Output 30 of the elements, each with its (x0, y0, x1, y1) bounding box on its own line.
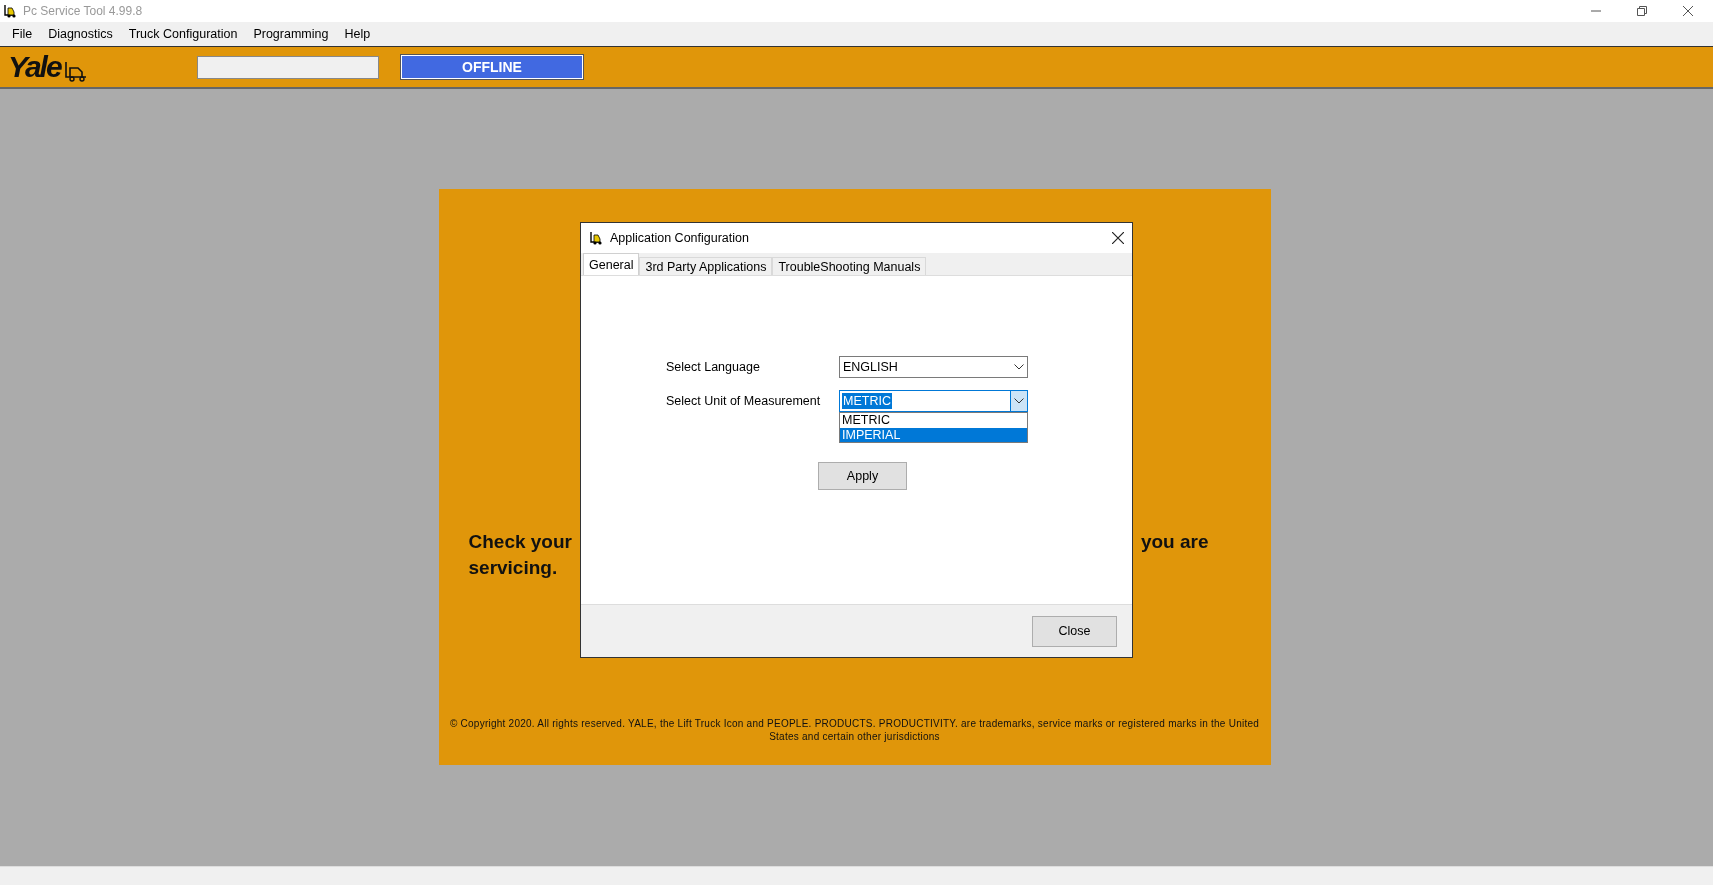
dropdown-option[interactable]: IMPERIAL (840, 427, 1027, 442)
logo: Yale (8, 52, 61, 82)
forklift-icon (62, 60, 89, 82)
chevron-icon (1014, 364, 1024, 370)
tab[interactable]: General (583, 253, 640, 275)
field-label: Select Unit of Measurement (666, 394, 822, 408)
menu-item[interactable]: Help (336, 25, 379, 43)
chevron-icon (1014, 398, 1024, 404)
menu-item[interactable]: Programming (245, 25, 337, 43)
dropdown[interactable]: ENGLISH (839, 356, 1028, 378)
dialog-title: Application Configuration (610, 231, 749, 245)
tab[interactable]: TroubleShooting Manuals (772, 257, 927, 275)
menu-item[interactable]: Truck Configuration (120, 25, 246, 43)
restore-icon[interactable] (1637, 6, 1647, 16)
tab[interactable]: 3rd Party Applications (639, 257, 773, 275)
apply-button[interactable]: Apply (818, 462, 907, 490)
dropdown-option[interactable]: METRIC (840, 413, 1027, 428)
input-field[interactable] (197, 55, 379, 79)
close-button[interactable]: Close (1032, 615, 1117, 647)
message-text: servicing. (468, 556, 558, 580)
menu-item[interactable]: File (4, 25, 41, 43)
field-label: Select Language (666, 360, 761, 374)
message-text: you are (1140, 530, 1209, 554)
close-icon[interactable] (1683, 6, 1693, 16)
message-text: Check your (468, 530, 572, 554)
close-icon[interactable] (1112, 232, 1124, 244)
copyright-text: © Copyright 2020. All rights reserved. YALE, the Lift Truck Icon and PEOPLE. PRODUCTS. PRODUCTIVITY. are trademarks, service marks or registered marks in the United States and certain other jurisdictions (448, 717, 1261, 743)
status-indicator: OFFLINE (401, 55, 583, 79)
menu-item[interactable]: Diagnostics (40, 25, 121, 43)
window-title: Pc Service Tool 4.99.8 (23, 4, 143, 18)
